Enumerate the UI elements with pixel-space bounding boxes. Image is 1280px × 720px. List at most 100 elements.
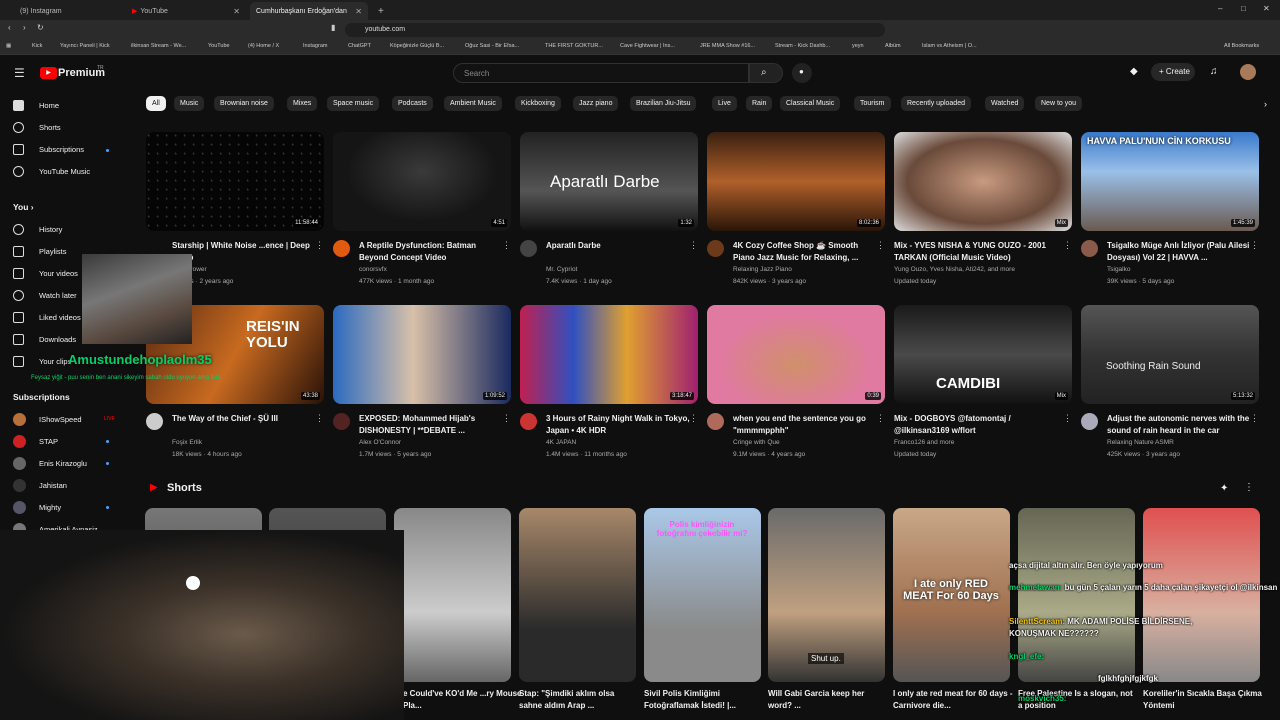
chip-scroll-right-icon[interactable]: › [1264, 99, 1267, 109]
channel-name[interactable]: Tsigalko [1107, 266, 1130, 273]
more-options-icon[interactable]: ⋮ [1063, 413, 1072, 424]
short-card[interactable] [394, 508, 511, 682]
video-title[interactable]: Starship | White Noise ...ence | Deep Sl… [172, 240, 318, 264]
bookmark-item[interactable]: Stream - Kick Dashb... [775, 43, 830, 49]
channel-name[interactable]: Alex O'Connor [359, 439, 401, 446]
video-card[interactable]: 0:39 when you end the sentence you go "m… [707, 305, 885, 458]
tab-youtube[interactable]: ▶ YouTube ✕ [126, 2, 246, 20]
channel-name[interactable]: Foşix Erlik [172, 439, 202, 446]
bookmark-item[interactable]: Albüm [885, 43, 901, 49]
close-window-icon[interactable]: ✕ [1263, 4, 1270, 13]
back-icon[interactable]: ‹ [8, 23, 11, 32]
sidebar-item-liked-videos[interactable]: Liked videos [13, 312, 81, 323]
voice-search-button[interactable]: ● [792, 63, 812, 83]
video-card[interactable]: 3:18:47 3 Hours of Rainy Night Walk in T… [520, 305, 698, 458]
channel-avatar[interactable] [333, 413, 350, 430]
channel-name[interactable]: 4K JAPAN [546, 439, 576, 446]
channel-name[interactable]: conorsvfx [359, 266, 387, 273]
short-card[interactable]: Shut up. [768, 508, 885, 682]
notifications-bell-icon[interactable]: ♫ [1210, 66, 1218, 77]
video-title[interactable]: Adjust the autonomic nerves with the sou… [1107, 413, 1253, 437]
chip[interactable]: Watched [985, 96, 1025, 111]
channel-avatar[interactable] [333, 240, 350, 257]
minimize-icon[interactable]: – [1218, 4, 1222, 13]
video-thumbnail[interactable]: Soothing Rain Sound 5:13:32 [1081, 305, 1259, 404]
short-card[interactable] [519, 508, 636, 682]
search-button[interactable]: ⌕ [749, 63, 783, 83]
chip[interactable]: Rain [746, 96, 773, 111]
video-title[interactable]: 4K Cozy Coffee Shop ☕ Smooth Piano Jazz … [733, 240, 879, 264]
chip-all[interactable]: All [146, 96, 166, 111]
video-title[interactable]: EXPOSED: Mohammed Hijab's DISHONESTY | *… [359, 413, 505, 437]
sidebar-item-history[interactable]: History [13, 224, 62, 235]
bookmark-item[interactable]: ilkinsan Stream - We... [131, 43, 186, 49]
more-options-icon[interactable]: ⋮ [689, 413, 698, 424]
not-interested-icon[interactable]: ✦ [1220, 483, 1228, 494]
more-options-icon[interactable]: ⋮ [1250, 413, 1259, 424]
cast-icon[interactable]: ◆ [1130, 66, 1138, 77]
more-options-icon[interactable]: ⋮ [502, 413, 511, 424]
more-options-icon[interactable]: ⋮ [1250, 240, 1259, 251]
sidebar-item-downloads[interactable]: Downloads [13, 334, 76, 345]
short-title[interactable]: Sivil Polis Kimliğimi Fotoğraflamak İste… [644, 688, 764, 712]
channel-avatar[interactable] [707, 240, 724, 257]
bookmark-item[interactable]: Köpeğinizle Güçlü B... [390, 43, 444, 49]
video-thumbnail[interactable]: CAMDIBI Mix [894, 305, 1072, 404]
chip[interactable]: Ambient Music [444, 96, 502, 111]
menu-icon[interactable]: ☰ [14, 66, 25, 80]
avatar[interactable] [1240, 64, 1256, 80]
video-card[interactable]: Mix Mix - YVES NISHA & YUNG OUZO - 2001 … [894, 132, 1072, 285]
new-tab-button[interactable]: + [372, 2, 386, 20]
close-tab-icon[interactable]: ✕ [355, 7, 362, 16]
video-title[interactable]: Tsigalko Müge Anlı İzliyor (Palu Ailesi … [1107, 240, 1253, 264]
video-card[interactable]: HAVVA PALU'NUN CİN KORKUSU 1:45:39 Tsigal… [1081, 132, 1259, 285]
sidebar-item-your-videos[interactable]: Your videos [13, 268, 78, 279]
video-thumbnail[interactable]: HAVVA PALU'NUN CİN KORKUSU 1:45:39 [1081, 132, 1259, 231]
channel-name[interactable]: Relaxing Jazz Piano [733, 266, 792, 273]
channel-avatar[interactable] [520, 240, 537, 257]
video-title[interactable]: Aparatlı Darbe [546, 240, 692, 252]
video-card[interactable]: 1:09:52 EXPOSED: Mohammed Hijab's DISHON… [333, 305, 511, 458]
video-card[interactable]: Aparatlı Darbe 1:32 Aparatlı Darbe Mr. Cy… [520, 132, 698, 285]
subscription-item[interactable]: Jahistan [13, 479, 67, 492]
chip[interactable]: Podcasts [392, 96, 433, 111]
create-button[interactable]: + Create [1151, 63, 1195, 81]
video-title[interactable]: Mix - DOGBOYS @fatomontaj / @ilkinsan316… [894, 413, 1064, 437]
video-thumbnail[interactable]: 8:02:36 [707, 132, 885, 231]
chip[interactable]: Jazz piano [573, 96, 619, 111]
more-options-icon[interactable]: ⋮ [315, 240, 324, 251]
short-card[interactable]: Polis kimliğinizin fotoğrafını çekebilir… [644, 508, 761, 682]
channel-name[interactable]: Mr. Cypriot [546, 266, 577, 273]
bookmark-item[interactable]: yeyn [852, 43, 864, 49]
sidebar-item-subscriptions[interactable]: Subscriptions [13, 144, 84, 155]
search-input[interactable]: Search [453, 63, 749, 83]
apps-icon[interactable]: ▦ [6, 43, 11, 49]
channel-avatar[interactable] [146, 413, 163, 430]
more-options-icon[interactable]: ⋮ [689, 240, 698, 251]
more-options-icon[interactable]: ⋮ [315, 413, 324, 424]
video-thumbnail[interactable]: 3:18:47 [520, 305, 698, 404]
subscription-item[interactable]: STAP [13, 435, 58, 448]
video-title[interactable]: when you end the sentence you go "mmmmpp… [733, 413, 879, 437]
channel-avatar[interactable] [1081, 413, 1098, 430]
bookmark-item[interactable]: (4) Home / X [248, 43, 279, 49]
video-card[interactable]: Soothing Rain Sound 5:13:32 Adjust the au… [1081, 305, 1259, 458]
chip[interactable]: Kickboxing [515, 96, 561, 111]
sidebar-item-home[interactable]: Home [13, 100, 59, 111]
chip[interactable]: Classical Music [780, 96, 841, 111]
close-tab-icon[interactable]: ✕ [233, 7, 240, 16]
video-thumbnail[interactable]: 1:09:52 [333, 305, 511, 404]
video-card[interactable]: CAMDIBI Mix Mix - DOGBOYS @fatomontaj / @… [894, 305, 1072, 458]
bookmark-item[interactable]: YouTube [208, 43, 230, 49]
url-field[interactable]: youtube.com [345, 23, 885, 37]
channel-name[interactable]: Yung Ouzo, Yves Nisha, Ati242, and more [894, 266, 1015, 273]
bookmark-item[interactable]: ChatGPT [348, 43, 371, 49]
bookmark-item[interactable]: Kick [32, 43, 42, 49]
channel-avatar[interactable] [1081, 240, 1098, 257]
more-options-icon[interactable]: ⋮ [502, 240, 511, 251]
video-thumbnail[interactable]: 0:39 [707, 305, 885, 404]
more-options-icon[interactable]: ⋮ [876, 240, 885, 251]
channel-name[interactable]: Relaxing Nature ASMR [1107, 439, 1174, 446]
short-title[interactable]: Will Gabi Garcia keep her word? ... [768, 688, 888, 712]
video-thumbnail[interactable]: Mix [894, 132, 1072, 231]
